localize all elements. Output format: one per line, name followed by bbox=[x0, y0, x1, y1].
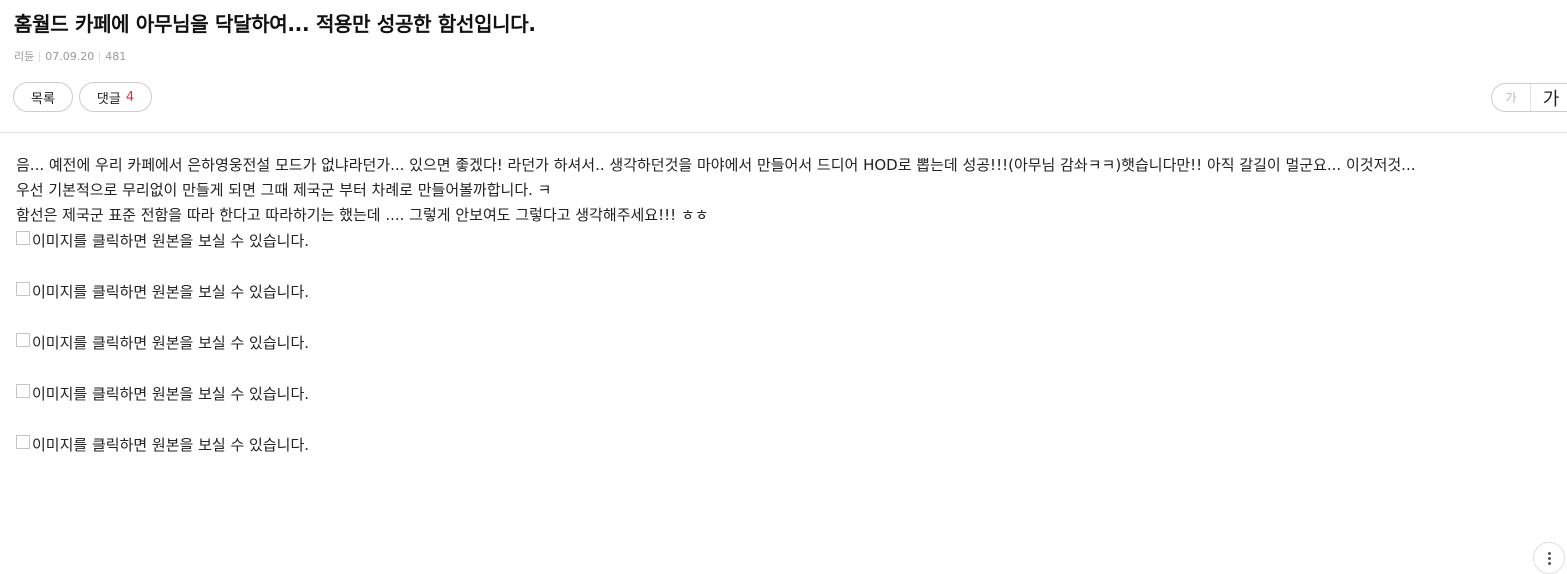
post-toolbar: 목록 댓글 4 bbox=[13, 82, 153, 112]
meta-divider bbox=[39, 52, 41, 62]
list-button-label: 목록 bbox=[31, 91, 55, 107]
meta-divider bbox=[99, 52, 101, 62]
author-name[interactable]: 리듄 bbox=[14, 50, 34, 64]
image-caption: 이미지를 클릭하면 원본을 보실 수 있습니다. bbox=[32, 436, 310, 454]
more-dot bbox=[1547, 561, 1551, 565]
image-block[interactable]: 이미지를 클릭하면 원본을 보실 수 있습니다. bbox=[16, 228, 1561, 254]
image-caption: 이미지를 클릭하면 원본을 보실 수 있습니다. bbox=[32, 385, 310, 403]
broken-image-icon[interactable] bbox=[16, 282, 30, 296]
font-size-large-button[interactable]: 가 bbox=[1531, 84, 1567, 111]
image-block[interactable]: 이미지를 클릭하면 원본을 보실 수 있습니다. bbox=[16, 330, 1561, 356]
body-paragraph: 음... 예전에 우리 카페에서 은하영웅전설 모드가 없냐라던가... 있으면… bbox=[16, 156, 1416, 174]
more-vertical-icon[interactable] bbox=[1533, 542, 1565, 574]
broken-image-icon[interactable] bbox=[16, 231, 30, 245]
font-size-small-button[interactable]: 가 bbox=[1492, 84, 1531, 111]
comment-button[interactable]: 댓글 4 bbox=[78, 82, 153, 112]
header-divider bbox=[0, 132, 1567, 133]
more-dot bbox=[1547, 556, 1551, 560]
image-caption: 이미지를 클릭하면 원본을 보실 수 있습니다. bbox=[32, 283, 310, 301]
broken-image-icon[interactable] bbox=[16, 435, 30, 449]
view-count: 481 bbox=[105, 50, 127, 63]
image-block[interactable]: 이미지를 클릭하면 원본을 보실 수 있습니다. bbox=[16, 279, 1561, 305]
body-paragraph: 함선은 제국군 표준 전함을 따라 한다고 따라하기는 했는데 .... 그렇게… bbox=[16, 206, 709, 224]
post-title: 홈월드 카페에 아무님을 닥달하여... 적용만 성공한 함선입니다. bbox=[14, 12, 536, 36]
post-meta: 리듄 07.09.20 481 bbox=[14, 50, 126, 64]
font-size-control: 가 가 bbox=[1491, 83, 1567, 112]
comment-count: 4 bbox=[125, 89, 135, 105]
image-block[interactable]: 이미지를 클릭하면 원본을 보실 수 있습니다. bbox=[16, 432, 1561, 458]
post-header: 홈월드 카페에 아무님을 닥달하여... 적용만 성공한 함선입니다. bbox=[14, 10, 1567, 38]
body-paragraph: 우선 기본적으로 무리없이 만들게 되면 그때 제국군 부터 차례로 만들어볼까… bbox=[16, 181, 552, 199]
post-date: 07.09.20 bbox=[45, 50, 95, 63]
image-block[interactable]: 이미지를 클릭하면 원본을 보실 수 있습니다. bbox=[16, 381, 1561, 407]
image-caption: 이미지를 클릭하면 원본을 보실 수 있습니다. bbox=[32, 232, 310, 250]
broken-image-icon[interactable] bbox=[16, 333, 30, 347]
list-button[interactable]: 목록 bbox=[13, 82, 73, 112]
broken-image-icon[interactable] bbox=[16, 384, 30, 398]
more-dot bbox=[1547, 551, 1551, 555]
post-body: 음... 예전에 우리 카페에서 은하영웅전설 모드가 없냐라던가... 있으면… bbox=[16, 153, 1561, 483]
comment-button-label: 댓글 bbox=[96, 91, 121, 107]
image-caption: 이미지를 클릭하면 원본을 보실 수 있습니다. bbox=[32, 334, 310, 352]
